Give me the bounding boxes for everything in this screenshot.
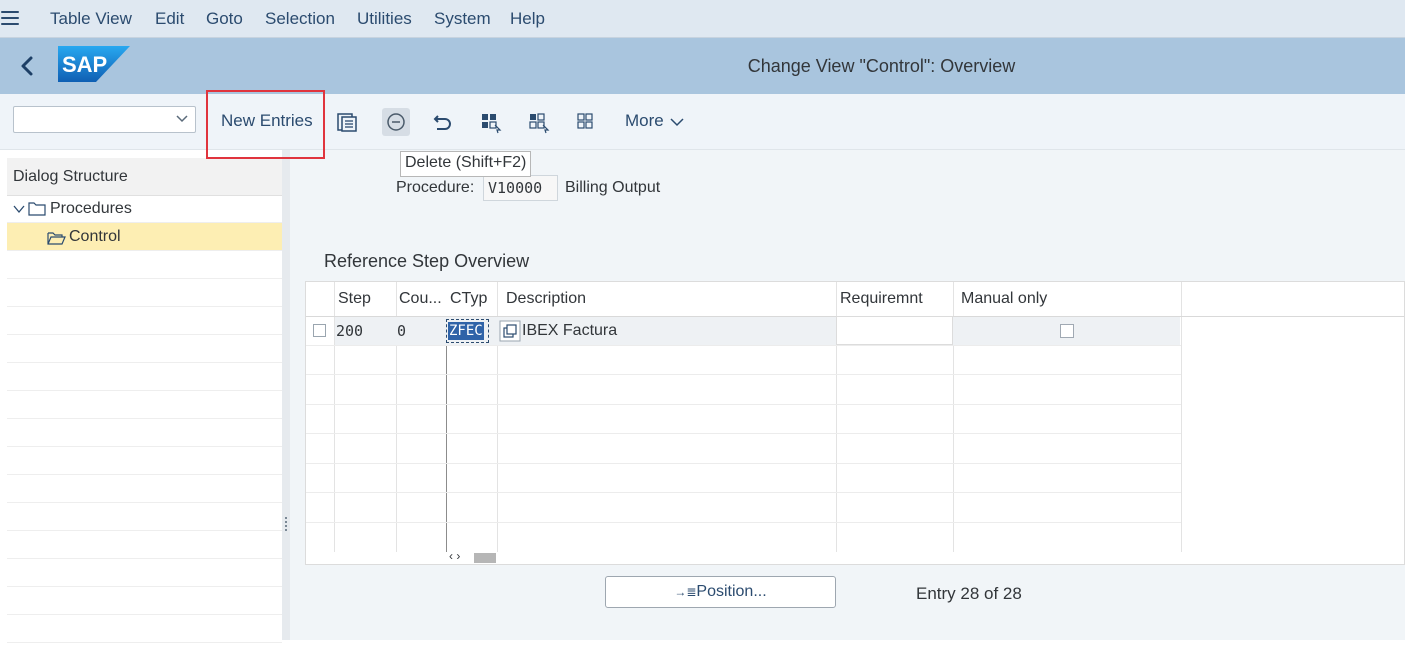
scroll-arrows-icon[interactable]: ‹ ›: [449, 549, 460, 563]
table-title: Reference Step Overview: [324, 251, 530, 271]
value-help-icon[interactable]: [499, 320, 521, 342]
title-bar: SAP Change View "Control": Overview: [0, 38, 1405, 94]
deselect-all-icon[interactable]: [574, 109, 600, 135]
panel-splitter[interactable]: [282, 150, 290, 640]
col-header-manual-only[interactable]: Manual only: [961, 290, 1047, 308]
row-divider: [306, 345, 1181, 346]
hamburger-menu-icon[interactable]: [1, 11, 19, 25]
menu-table-view[interactable]: Table View: [50, 9, 132, 29]
menu-edit[interactable]: Edit: [155, 9, 184, 29]
cell-requirement-input[interactable]: [836, 316, 953, 345]
tree-empty-row: [7, 587, 282, 615]
scroll-thumb[interactable]: [474, 553, 496, 563]
position-icon: →≣: [674, 585, 697, 599]
open-folder-icon: [47, 232, 66, 245]
column-divider: [446, 316, 447, 552]
menu-utilities[interactable]: Utilities: [357, 9, 412, 29]
row-divider: [306, 463, 1181, 464]
dialog-structure-title: Dialog Structure: [13, 168, 128, 185]
col-header-requirement[interactable]: Requiremnt: [840, 290, 923, 308]
tree-empty-row: [7, 447, 282, 475]
row-divider: [306, 374, 1181, 375]
command-field-dropdown[interactable]: [13, 106, 196, 133]
tree-empty-row: [7, 503, 282, 531]
row-divider: [306, 492, 1181, 493]
tree-item-control[interactable]: Control: [7, 223, 282, 251]
tree-item-label: Control: [69, 228, 121, 245]
undo-icon[interactable]: [430, 109, 456, 135]
row-divider: [306, 522, 1181, 523]
col-header-description[interactable]: Description: [506, 290, 586, 308]
tree-empty-row: [7, 307, 282, 335]
delete-tooltip: Delete (Shift+F2): [400, 151, 532, 177]
new-entries-button[interactable]: New Entries: [221, 111, 313, 131]
chevron-down-icon: [670, 117, 684, 126]
column-divider: [1181, 282, 1182, 316]
select-block-icon[interactable]: [526, 109, 552, 135]
splitter-grip-icon[interactable]: [285, 517, 287, 531]
menu-bar: Table View Edit Goto Selection Utilities…: [0, 0, 1405, 38]
tree-empty-row: [7, 419, 282, 447]
tree-empty-row: [7, 279, 282, 307]
tree-item-procedures[interactable]: Procedures: [7, 195, 282, 223]
col-header-counter[interactable]: Cou...: [399, 290, 442, 308]
tree-empty-row: [7, 559, 282, 587]
cell-description: IBEX Factura: [522, 322, 618, 339]
horizontal-scrollbar[interactable]: ‹ ›: [446, 549, 498, 564]
tree-empty-row: [7, 531, 282, 559]
reference-step-table: Step Cou... CTyp Description Requiremnt …: [305, 281, 1405, 565]
tree-empty-row: [7, 391, 282, 419]
cell-ctyp-input[interactable]: ZFEC: [448, 322, 484, 340]
chevron-down-icon[interactable]: [13, 203, 25, 215]
folder-icon: [28, 202, 46, 216]
procedure-label: Procedure:: [396, 179, 475, 196]
tree-empty-row: [7, 475, 282, 503]
row-selector[interactable]: [313, 324, 326, 337]
entry-count: Entry 28 of 28: [916, 584, 1022, 603]
row-divider: [306, 404, 1181, 405]
more-button[interactable]: More: [625, 111, 684, 131]
tree-empty-row: [7, 335, 282, 363]
details-icon[interactable]: [334, 109, 360, 135]
position-button[interactable]: →≣Position...: [605, 576, 836, 608]
position-label: Position...: [696, 583, 767, 600]
toolbar: New Entries More: [0, 94, 1405, 150]
chevron-down-icon[interactable]: [175, 111, 189, 125]
menu-help[interactable]: Help: [510, 9, 545, 29]
col-header-ctyp[interactable]: CTyp: [450, 290, 487, 308]
tree-item-label: Procedures: [50, 200, 132, 217]
dialog-structure-header: Dialog Structure: [7, 158, 282, 196]
page-title: Change View "Control": Overview: [747, 56, 1016, 76]
menu-goto[interactable]: Goto: [206, 9, 243, 29]
select-all-icon[interactable]: [478, 109, 504, 135]
cell-step: 200: [336, 322, 364, 340]
menu-selection[interactable]: Selection: [265, 9, 335, 29]
delete-icon[interactable]: [382, 108, 410, 136]
manual-only-checkbox[interactable]: [1060, 324, 1074, 338]
row-divider: [306, 433, 1181, 434]
tree-empty-row: [7, 363, 282, 391]
tree-empty-row: [7, 615, 282, 643]
cell-counter: 0: [397, 322, 407, 340]
tree-empty-row: [7, 251, 282, 279]
dialog-structure-panel: Dialog Structure Procedures Control: [7, 158, 282, 643]
col-header-step[interactable]: Step: [338, 290, 371, 308]
menu-system[interactable]: System: [434, 9, 491, 29]
procedure-description: Billing Output: [565, 179, 661, 196]
column-divider: [1181, 316, 1182, 552]
procedure-field: V10000: [483, 175, 558, 201]
more-label: More: [625, 111, 664, 130]
